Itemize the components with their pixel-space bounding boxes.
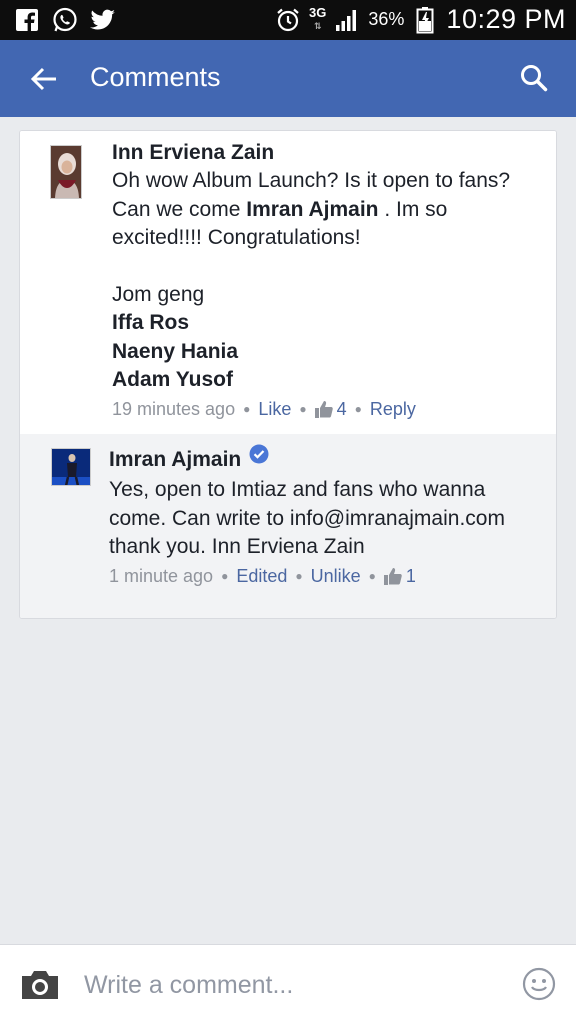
comment: Inn Erviena Zain Oh wow Album Launch? Is… xyxy=(20,131,556,434)
mention-link[interactable]: Adam Yusof xyxy=(112,366,542,395)
reply-button[interactable]: Reply xyxy=(370,399,416,420)
network-type-label: 3G ⇅ xyxy=(309,5,327,31)
avatar[interactable] xyxy=(51,448,91,486)
notification-icons xyxy=(14,7,116,33)
verified-badge-icon xyxy=(249,444,269,472)
like-count-value: 4 xyxy=(336,398,347,419)
camera-icon xyxy=(22,971,58,999)
clock: 10:29 PM xyxy=(446,4,566,34)
separator-dot: ● xyxy=(295,569,303,583)
comment-timestamp: 19 minutes ago xyxy=(112,398,236,419)
system-status: 3G ⇅ 36% 10:29 PM xyxy=(275,4,566,35)
edited-label[interactable]: Edited xyxy=(236,566,287,587)
like-count[interactable]: 1 xyxy=(383,565,416,587)
author-name: Imran Ajmain xyxy=(109,448,242,471)
signal-strength-icon xyxy=(334,7,360,33)
comment-text: Yes, open to Imtiaz and fans who wanna c… xyxy=(109,478,505,558)
twitter-notification-icon xyxy=(90,7,116,33)
like-count-value: 1 xyxy=(405,565,416,586)
reply-comment: Imran Ajmain Yes, open to Imtiaz and fan… xyxy=(20,434,556,618)
camera-button[interactable] xyxy=(18,965,62,1005)
comment-body: Inn Erviena Zain Oh wow Album Launch? Is… xyxy=(112,139,542,420)
whatsapp-notification-icon xyxy=(52,7,78,33)
like-count[interactable]: 4 xyxy=(314,398,347,420)
separator-dot: ● xyxy=(354,402,362,416)
smiley-icon xyxy=(522,967,556,1001)
mention-link[interactable]: Iffa Ros xyxy=(112,309,542,338)
separator-dot: ● xyxy=(243,402,251,416)
comment-input[interactable] xyxy=(84,963,504,1007)
comment-text-line: Jom geng xyxy=(112,282,205,306)
avatar[interactable] xyxy=(50,145,82,199)
mention-link[interactable]: Imran Ajmain xyxy=(246,198,378,221)
comment-meta: 19 minutes ago ● Like ● 4 ● Reply xyxy=(112,399,542,420)
separator-dot: ● xyxy=(299,402,307,416)
like-button[interactable]: Like xyxy=(258,399,291,420)
comment-author[interactable]: Inn Erviena Zain xyxy=(112,139,542,167)
separator-dot: ● xyxy=(368,569,376,583)
comment-composer xyxy=(0,944,576,1024)
back-button[interactable] xyxy=(22,60,66,98)
search-button[interactable] xyxy=(514,58,554,98)
emoji-button[interactable] xyxy=(522,967,556,1001)
comment-meta: 1 minute ago ● Edited ● Unlike ● 1 xyxy=(109,566,539,587)
search-icon xyxy=(521,65,548,92)
separator-dot: ● xyxy=(221,569,229,583)
thumbs-up-icon xyxy=(383,567,402,585)
battery-charging-icon xyxy=(412,6,438,33)
comment-body: Imran Ajmain Yes, open to Imtiaz and fan… xyxy=(109,444,539,587)
unlike-button[interactable]: Unlike xyxy=(311,566,361,587)
facebook-notification-icon xyxy=(14,7,40,33)
battery-percent: 36% xyxy=(368,9,405,29)
comment-timestamp: 1 minute ago xyxy=(109,565,214,586)
back-arrow-icon xyxy=(30,67,56,91)
thumbs-up-icon xyxy=(314,400,333,418)
mention-link[interactable]: Naeny Hania xyxy=(112,338,542,367)
status-bar: 3G ⇅ 36% 10:29 PM xyxy=(0,0,576,40)
alarm-icon xyxy=(275,7,301,33)
comment-text: Oh wow Album Launch? Is it open to fans?… xyxy=(112,167,542,253)
comment-author[interactable]: Imran Ajmain xyxy=(109,444,539,474)
comments-thread: Inn Erviena Zain Oh wow Album Launch? Is… xyxy=(19,130,557,619)
page-title: Comments xyxy=(90,62,221,92)
app-bar: Comments xyxy=(0,40,576,117)
